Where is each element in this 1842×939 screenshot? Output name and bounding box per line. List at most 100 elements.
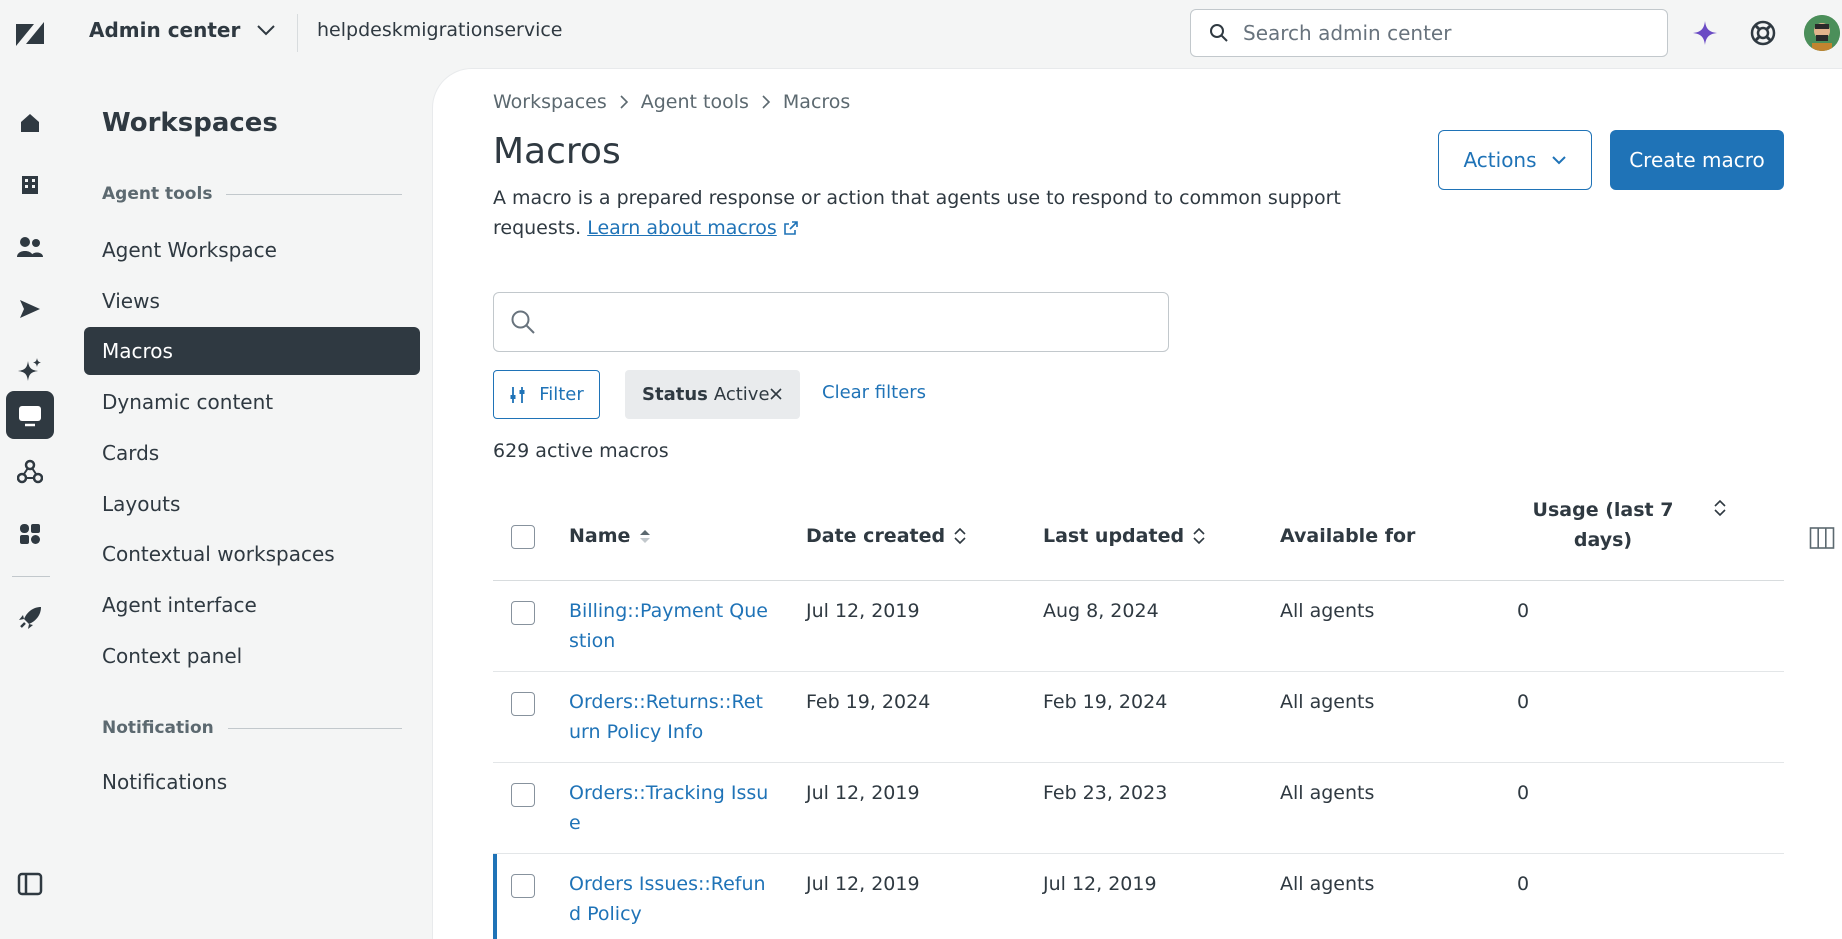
usage-cell: 0 bbox=[1517, 782, 1530, 804]
available-for-cell: All agents bbox=[1280, 873, 1375, 895]
building-icon bbox=[22, 176, 38, 194]
product-switcher[interactable]: Admin center bbox=[89, 18, 278, 42]
macro-search-input[interactable] bbox=[548, 310, 1148, 334]
macro-name-link[interactable]: Orders Issues::Refund Policy bbox=[569, 869, 769, 929]
date-created-cell: Jul 12, 2019 bbox=[806, 873, 920, 895]
nav-item-context-panel[interactable]: Context panel bbox=[84, 632, 420, 680]
breadcrumb-agent-tools[interactable]: Agent tools bbox=[641, 91, 749, 113]
topbar-divider bbox=[297, 14, 298, 52]
breadcrumb-workspaces[interactable]: Workspaces bbox=[493, 91, 607, 113]
search-icon bbox=[1210, 24, 1228, 42]
row-checkbox[interactable] bbox=[511, 692, 535, 716]
chevron-right-icon bbox=[762, 95, 771, 109]
user-avatar[interactable] bbox=[1804, 15, 1840, 51]
create-macro-button[interactable]: Create macro bbox=[1610, 130, 1784, 190]
collapse-sidebar-button[interactable] bbox=[10, 864, 50, 904]
rail-people[interactable] bbox=[10, 227, 50, 267]
nav-item-macros[interactable]: Macros bbox=[84, 327, 420, 375]
table-row: Orders::Returns::Return Policy Info Feb … bbox=[493, 672, 1784, 763]
select-all-checkbox[interactable] bbox=[511, 525, 535, 549]
row-checkbox[interactable] bbox=[511, 783, 535, 807]
sort-ascending-icon bbox=[640, 530, 651, 543]
nav-item-views[interactable]: Views bbox=[84, 277, 420, 325]
monitor-icon bbox=[19, 406, 41, 427]
nav-item-agent-workspace[interactable]: Agent Workspace bbox=[84, 226, 420, 274]
nav-item-layouts[interactable]: Layouts bbox=[84, 480, 420, 528]
home-icon bbox=[21, 114, 39, 132]
rail-objects[interactable] bbox=[10, 452, 50, 492]
sort-icon bbox=[1193, 527, 1205, 545]
people-icon bbox=[17, 237, 43, 257]
rail-apps[interactable] bbox=[10, 514, 50, 554]
workspaces-nav: Workspaces Agent tools Agent Workspace V… bbox=[72, 68, 432, 939]
macro-search[interactable] bbox=[493, 292, 1169, 352]
nav-item-notifications[interactable]: Notifications bbox=[84, 758, 420, 806]
sparkles-icon bbox=[18, 358, 41, 381]
header-usage[interactable]: Usage (last 7 days) bbox=[1503, 495, 1703, 555]
chevron-right-icon bbox=[620, 95, 628, 109]
avatar-icon bbox=[1804, 15, 1840, 51]
header-name[interactable]: Name bbox=[569, 525, 652, 547]
admin-search[interactable] bbox=[1190, 9, 1668, 57]
apps-icon bbox=[20, 524, 40, 544]
date-created-cell: Jul 12, 2019 bbox=[806, 600, 920, 622]
zendesk-logo-icon[interactable] bbox=[14, 20, 46, 48]
nav-title: Workspaces bbox=[102, 108, 278, 138]
breadcrumb-macros: Macros bbox=[782, 91, 851, 113]
usage-cell: 0 bbox=[1517, 873, 1530, 895]
header-date-created[interactable]: Date created bbox=[806, 525, 967, 547]
nav-item-agent-interface[interactable]: Agent interface bbox=[84, 581, 420, 629]
rail-channels[interactable] bbox=[10, 289, 50, 329]
rail-getting-started[interactable] bbox=[10, 598, 50, 638]
filter-button[interactable]: Filter bbox=[493, 370, 600, 419]
status-filter-chip: Status Active bbox=[625, 370, 800, 419]
table-header: Name Date created Last updated Available… bbox=[493, 487, 1835, 581]
nav-item-cards[interactable]: Cards bbox=[84, 429, 420, 477]
main-content: Workspaces Agent tools Macros Macros A m… bbox=[432, 68, 1842, 939]
header-last-updated[interactable]: Last updated bbox=[1043, 525, 1206, 547]
close-icon[interactable] bbox=[768, 386, 784, 402]
last-updated-cell: Feb 19, 2024 bbox=[1043, 691, 1168, 713]
table-row: Orders Issues::Refund Policy Jul 12, 201… bbox=[493, 854, 1784, 939]
sidebar-toggle-icon bbox=[17, 872, 43, 896]
date-created-cell: Jul 12, 2019 bbox=[806, 782, 920, 804]
nav-item-dynamic-content[interactable]: Dynamic content bbox=[84, 378, 420, 426]
row-checkbox[interactable] bbox=[511, 601, 535, 625]
sparkle-icon bbox=[1693, 21, 1717, 45]
table-row: Orders::Tracking Issue Jul 12, 2019 Feb … bbox=[493, 763, 1784, 854]
header-available-for: Available for bbox=[1280, 525, 1416, 547]
rail-ai[interactable] bbox=[10, 350, 50, 390]
last-updated-cell: Aug 8, 2024 bbox=[1043, 600, 1159, 622]
lifebuoy-icon bbox=[1750, 20, 1776, 46]
available-for-cell: All agents bbox=[1280, 691, 1375, 713]
row-checkbox[interactable] bbox=[511, 874, 535, 898]
admin-search-input[interactable] bbox=[1243, 21, 1643, 45]
clear-filters-link[interactable]: Clear filters bbox=[822, 382, 926, 403]
macro-name-link[interactable]: Orders::Returns::Return Policy Info bbox=[569, 687, 769, 747]
table-row: Billing::Payment Question Jul 12, 2019 A… bbox=[493, 581, 1784, 672]
sort-icon bbox=[954, 527, 966, 545]
nav-section-notification: Notification bbox=[102, 718, 402, 738]
chevron-down-icon bbox=[1551, 156, 1566, 165]
help-button[interactable] bbox=[1746, 16, 1780, 50]
macro-name-link[interactable]: Billing::Payment Question bbox=[569, 596, 769, 656]
sort-icon[interactable] bbox=[1713, 499, 1727, 517]
search-icon bbox=[511, 310, 535, 334]
breadcrumb: Workspaces Agent tools Macros bbox=[493, 91, 850, 113]
external-link-icon bbox=[783, 221, 798, 235]
rail-account[interactable] bbox=[10, 165, 50, 205]
actions-dropdown-button[interactable]: Actions bbox=[1438, 130, 1592, 190]
page-description: A macro is a prepared response or action… bbox=[493, 187, 1341, 239]
rail-workspaces[interactable] bbox=[6, 391, 54, 439]
learn-about-macros-link[interactable]: Learn about macros bbox=[587, 217, 777, 239]
ai-assistant-button[interactable] bbox=[1688, 16, 1722, 50]
available-for-cell: All agents bbox=[1280, 600, 1375, 622]
product-rail bbox=[0, 68, 72, 939]
usage-cell: 0 bbox=[1517, 691, 1530, 713]
product-name: Admin center bbox=[89, 18, 241, 42]
macro-name-link[interactable]: Orders::Tracking Issue bbox=[569, 778, 769, 838]
available-for-cell: All agents bbox=[1280, 782, 1375, 804]
rail-home[interactable] bbox=[10, 103, 50, 143]
nav-item-contextual-workspaces[interactable]: Contextual workspaces bbox=[84, 530, 420, 578]
columns-icon[interactable] bbox=[1809, 525, 1835, 551]
